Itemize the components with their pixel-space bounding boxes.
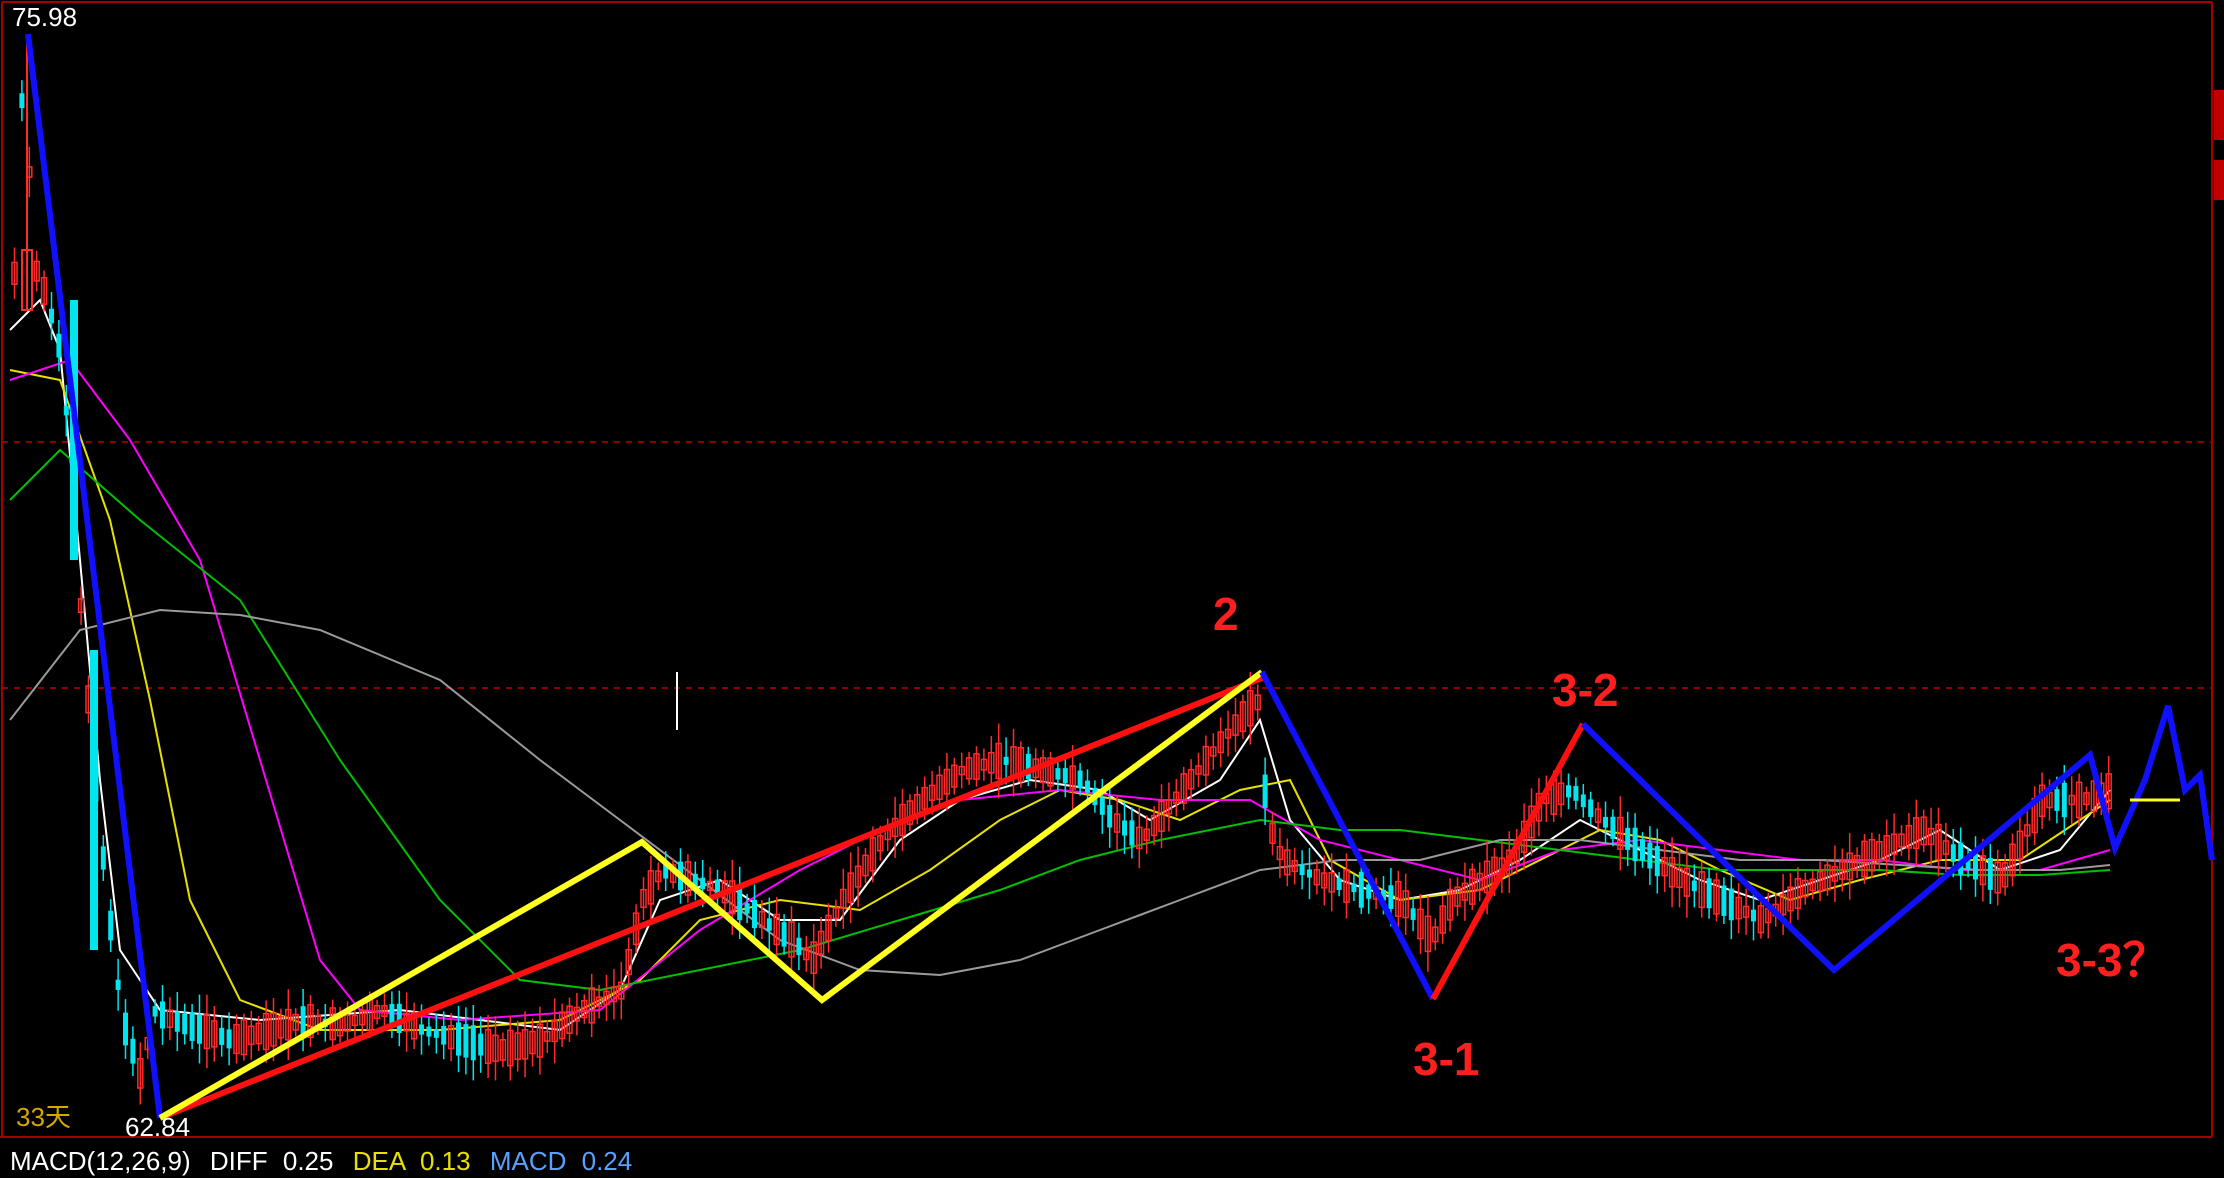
candle-body-down bbox=[56, 333, 62, 358]
candle-body-down bbox=[478, 1033, 484, 1056]
candle-body-down bbox=[433, 1029, 439, 1038]
candle-body-down bbox=[219, 1027, 225, 1045]
candle-body-down bbox=[189, 1012, 195, 1041]
candle-body-down bbox=[441, 1026, 447, 1045]
wave-label-3-2: 3-2 bbox=[1552, 664, 1618, 716]
wave-label-3-3: 3-3？ bbox=[2056, 934, 2168, 986]
dea-label: DEA bbox=[353, 1146, 407, 1176]
candle-body-down bbox=[108, 910, 114, 941]
candle-body-down bbox=[174, 1011, 180, 1032]
candle-body-down bbox=[1307, 869, 1312, 878]
candle-body-down bbox=[100, 846, 106, 870]
candle-body-down bbox=[396, 1003, 402, 1033]
candle-body-down bbox=[1351, 883, 1357, 893]
candle-body-down bbox=[463, 1024, 469, 1058]
candle-body-down bbox=[752, 899, 757, 929]
macd-value: 0.24 bbox=[582, 1146, 633, 1176]
candle-body-down bbox=[1299, 864, 1305, 876]
candle-body-down bbox=[1625, 827, 1631, 850]
candle-body-down bbox=[781, 922, 787, 947]
candle-body-down bbox=[1077, 770, 1083, 789]
candle-body-down bbox=[1632, 827, 1638, 862]
candle-body-down bbox=[1129, 820, 1135, 846]
candle-body-down bbox=[1751, 909, 1756, 922]
macd-name: MACD(12,26,9) bbox=[10, 1146, 191, 1176]
candle-body-down bbox=[766, 918, 772, 931]
chart-background bbox=[0, 0, 2224, 1178]
candle-body-down bbox=[90, 650, 98, 950]
candle-body-down bbox=[470, 1025, 476, 1061]
candle-body-down bbox=[1566, 785, 1571, 798]
candle-body-down bbox=[1588, 799, 1594, 817]
price-low-label: 62.84 bbox=[125, 1112, 190, 1142]
candle-body-down bbox=[1410, 908, 1416, 920]
candle-body-down bbox=[130, 1038, 136, 1064]
price-high-label: 75.98 bbox=[12, 2, 77, 32]
wave-label-2: 2 bbox=[1213, 588, 1239, 640]
candle-body-down bbox=[123, 1012, 128, 1046]
candle-body-down bbox=[1654, 846, 1660, 877]
candle-body-down bbox=[197, 1014, 202, 1044]
candle-body-down bbox=[744, 903, 750, 914]
macd-label: MACD bbox=[490, 1146, 567, 1176]
candle-body-down bbox=[1003, 756, 1009, 765]
candle-body-down bbox=[1062, 768, 1068, 784]
candle-body-down bbox=[300, 1006, 306, 1034]
wave-label-3-1: 3-1 bbox=[1413, 1033, 1479, 1085]
candle-body-down bbox=[1987, 857, 1993, 890]
candle-body-down bbox=[1366, 884, 1372, 899]
macd-status-line: MACD(12,26,9) DIFF 0.25 DEA 0.13 MACD 0.… bbox=[10, 1146, 632, 1176]
candle-body-down bbox=[419, 1024, 424, 1035]
candle-body-down bbox=[796, 937, 802, 956]
days-label: 33天 bbox=[16, 1102, 71, 1132]
candle-body-down bbox=[152, 1006, 158, 1017]
candle-body-down bbox=[1336, 878, 1342, 891]
candle-body-down bbox=[737, 885, 743, 921]
candle-body-down bbox=[1573, 786, 1579, 801]
candle-body-down bbox=[426, 1026, 432, 1037]
candle-body-down bbox=[1122, 820, 1127, 836]
diff-label: DIFF bbox=[210, 1146, 268, 1176]
diff-value: 0.25 bbox=[283, 1146, 334, 1176]
candle-body-down bbox=[115, 979, 121, 990]
candle-body-down bbox=[1580, 794, 1586, 808]
dea-value: 0.13 bbox=[420, 1146, 471, 1176]
candle-body-down bbox=[1691, 880, 1697, 892]
candle-body-down bbox=[1388, 885, 1394, 909]
candle-body-down bbox=[226, 1029, 232, 1049]
candle-body-down bbox=[1640, 839, 1645, 861]
candle-body-down bbox=[1610, 816, 1616, 839]
candle-body-down bbox=[19, 93, 25, 109]
candle-body-down bbox=[49, 308, 54, 324]
stock-chart: 75.98 62.84 33天 2 3-1 3-2 3-3？ MACD(12,2… bbox=[0, 0, 2224, 1178]
candle-body-down bbox=[1262, 774, 1268, 808]
candle-body-down bbox=[2061, 782, 2067, 818]
candle-body-down bbox=[1728, 888, 1734, 921]
candle-body-down bbox=[1085, 780, 1090, 793]
candle-body-down bbox=[1721, 885, 1727, 916]
candle-body-down bbox=[1973, 853, 1978, 880]
candle-body-down bbox=[160, 1001, 165, 1029]
candle-body-down bbox=[1025, 753, 1031, 780]
candle-body-down bbox=[182, 1013, 188, 1035]
candle-body-down bbox=[1603, 816, 1608, 828]
candle-body-down bbox=[700, 877, 706, 890]
candle-body-down bbox=[1647, 842, 1653, 869]
candle-body-down bbox=[1055, 768, 1061, 780]
candle-body-down bbox=[63, 405, 69, 416]
candle-body-down bbox=[1099, 798, 1105, 815]
candle-body-down bbox=[2054, 789, 2060, 811]
candle-body-down bbox=[456, 1022, 461, 1056]
candle-body-down bbox=[1950, 844, 1956, 862]
candle-body-down bbox=[1706, 878, 1712, 909]
candle-body-down bbox=[1358, 871, 1364, 908]
candle-body-down bbox=[1107, 805, 1113, 828]
